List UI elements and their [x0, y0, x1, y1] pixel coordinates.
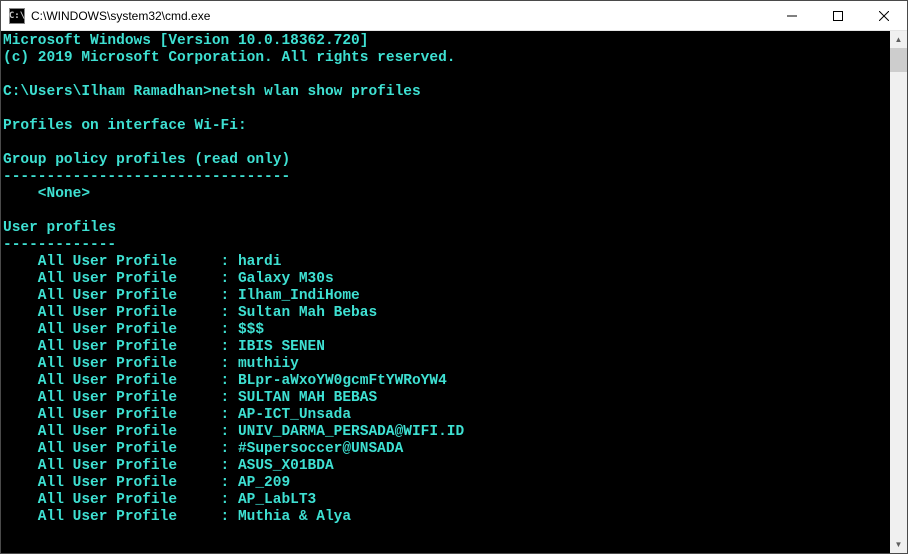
vertical-scrollbar[interactable]: ▲ ▼	[890, 31, 907, 553]
console-output[interactable]: Microsoft Windows [Version 10.0.18362.72…	[1, 31, 890, 553]
minimize-icon	[787, 11, 797, 21]
cmd-icon: C:\	[9, 8, 25, 24]
window-title: C:\WINDOWS\system32\cmd.exe	[31, 9, 769, 23]
window-controls	[769, 1, 907, 30]
console-area: Microsoft Windows [Version 10.0.18362.72…	[1, 31, 907, 553]
scroll-down-arrow-icon[interactable]: ▼	[890, 536, 907, 553]
close-button[interactable]	[861, 1, 907, 30]
maximize-icon	[833, 11, 843, 21]
close-icon	[879, 11, 889, 21]
scroll-thumb[interactable]	[890, 48, 907, 72]
scroll-up-arrow-icon[interactable]: ▲	[890, 31, 907, 48]
maximize-button[interactable]	[815, 1, 861, 30]
window-titlebar: C:\ C:\WINDOWS\system32\cmd.exe	[1, 1, 907, 31]
minimize-button[interactable]	[769, 1, 815, 30]
